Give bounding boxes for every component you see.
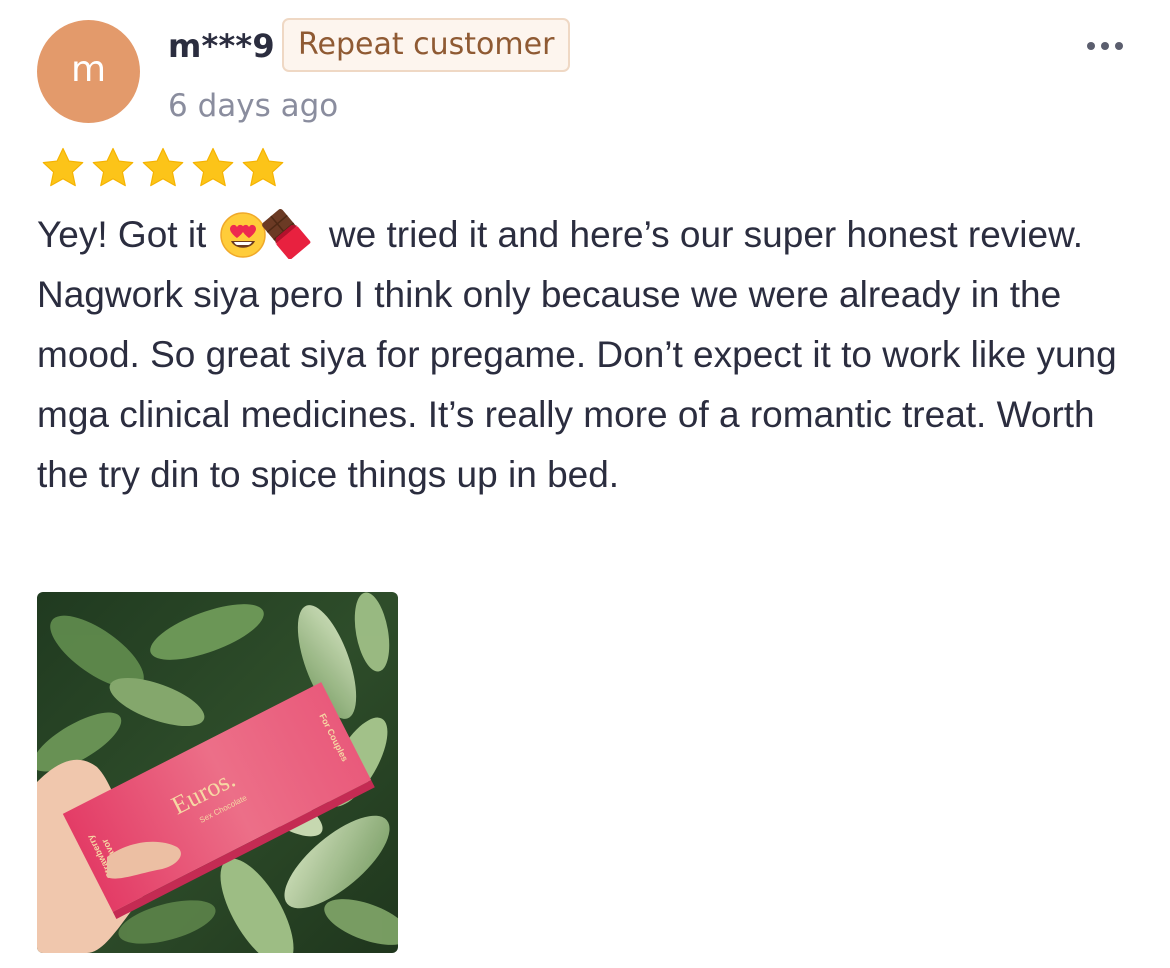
star-icon	[242, 147, 284, 187]
review-photo[interactable]: Euros. Sex Chocolate Strawberry Flavor F…	[37, 592, 398, 953]
star-icon	[42, 147, 84, 187]
star-icon	[142, 147, 184, 187]
review-date: 6 days ago	[168, 88, 339, 124]
more-options-button[interactable]	[1074, 26, 1136, 66]
reviewer-name: m***9	[168, 27, 275, 65]
star-icon	[192, 147, 234, 187]
more-horizontal-icon-dot	[1101, 42, 1109, 50]
heart-eyes-and-chocolate-emoji-icon	[219, 209, 310, 260]
star-icon	[92, 147, 134, 187]
review-text: Yey! Got it we tried it and here’s our s…	[37, 205, 1137, 505]
review-text-start: Yey! Got it	[37, 214, 207, 255]
avatar: m	[37, 20, 140, 123]
review-text-body: we tried it and here’s our super honest …	[37, 214, 1117, 495]
more-horizontal-icon-dot	[1115, 42, 1123, 50]
repeat-customer-badge: Repeat customer	[282, 18, 571, 72]
avatar-letter: m	[70, 48, 107, 90]
star-rating	[40, 145, 286, 191]
more-horizontal-icon	[1087, 42, 1095, 50]
